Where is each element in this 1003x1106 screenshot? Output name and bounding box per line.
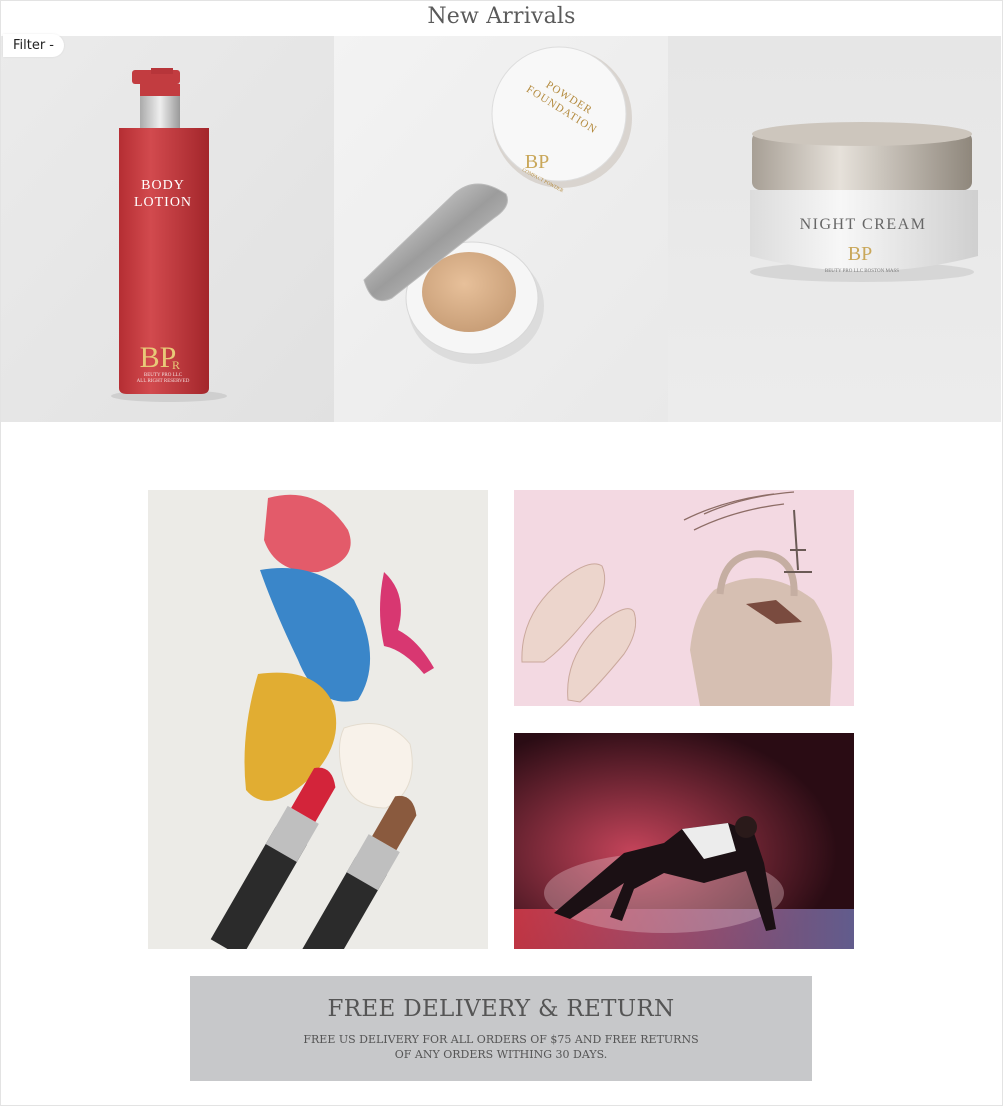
page-title: New Arrivals	[427, 4, 576, 29]
body-lotion-image: BODY LOTION BP R BEUTY PRO LLC ALL RIGHT…	[1, 36, 335, 422]
promo-image-shoes-handbag[interactable]	[514, 490, 854, 706]
filter-button[interactable]: Filter -	[3, 34, 64, 57]
filter-label: Filter	[13, 38, 46, 53]
delivery-line-1: FREE US DELIVERY FOR ALL ORDERS OF $75 A…	[303, 1033, 699, 1046]
shoes-handbag-image	[514, 490, 854, 706]
body-lotion-label-1: BODY	[141, 178, 185, 193]
product-grid: BODY LOTION BP R BEUTY PRO LLC ALL RIGHT…	[1, 36, 1001, 422]
body-lotion-logo: BP	[140, 341, 177, 374]
body-lotion-small-1: BEUTY PRO LLC	[144, 373, 183, 378]
night-cream-label: NIGHT CREAM	[799, 216, 926, 233]
body-lotion-label-2: LOTION	[134, 195, 192, 210]
fitness-image	[514, 733, 854, 949]
delivery-text: FREE US DELIVERY FOR ALL ORDERS OF $75 A…	[190, 1032, 812, 1062]
body-lotion-small-2: ALL RIGHT RESERVED	[137, 379, 190, 384]
night-cream-image: NIGHT CREAM BP BEUTY PRO LLC BOSTON MASS	[667, 36, 1001, 422]
night-cream-logo: BP	[847, 243, 871, 265]
delivery-title: FREE DELIVERY & RETURN	[327, 996, 675, 1022]
free-delivery-banner: FREE DELIVERY & RETURN FREE US DELIVERY …	[190, 976, 812, 1081]
delivery-line-2: OF ANY ORDERS WITHING 30 DAYS.	[394, 1048, 608, 1061]
product-card-powder-foundation[interactable]: POWDER FOUNDATION BP COMPACT POWDER	[334, 36, 668, 422]
product-card-body-lotion[interactable]: BODY LOTION BP R BEUTY PRO LLC ALL RIGHT…	[1, 36, 335, 422]
body-lotion-logo-r: R	[172, 358, 180, 372]
foundation-logo: BP	[525, 151, 549, 173]
promo-image-cosmetics[interactable]	[148, 490, 488, 949]
cosmetics-image	[148, 490, 488, 949]
powder-foundation-image: POWDER FOUNDATION BP COMPACT POWDER	[334, 36, 668, 422]
night-cream-small: BEUTY PRO LLC BOSTON MASS	[825, 269, 899, 274]
filter-collapse-indicator: -	[49, 38, 54, 53]
product-card-night-cream[interactable]: NIGHT CREAM BP BEUTY PRO LLC BOSTON MASS	[667, 36, 1001, 422]
promo-image-fitness[interactable]	[514, 733, 854, 949]
